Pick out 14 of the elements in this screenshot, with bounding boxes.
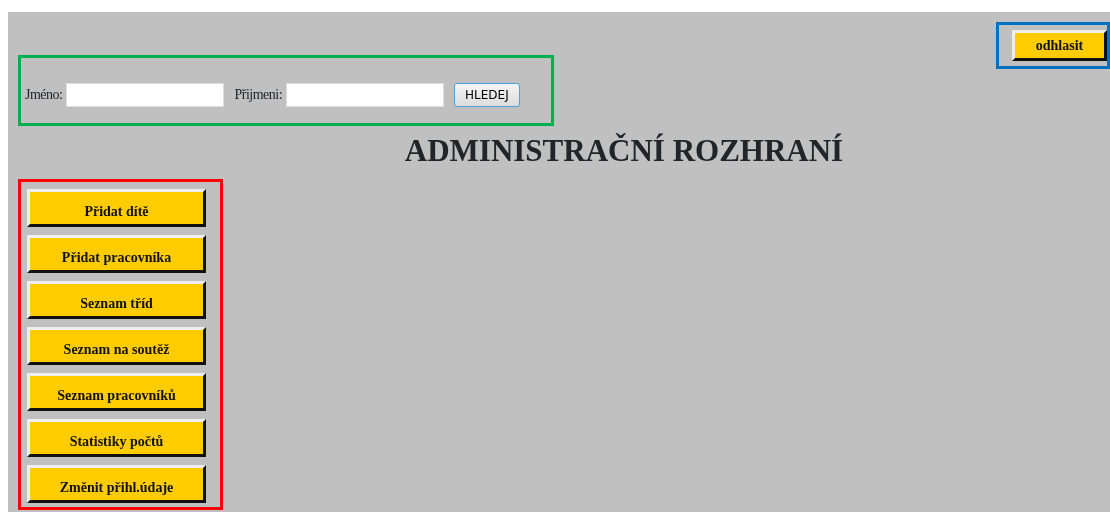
menu-button[interactable]: Přidat dítě <box>27 189 206 228</box>
menu-button[interactable]: Statistiky počtů <box>27 419 206 458</box>
logout-button[interactable]: odhlasit <box>1012 30 1107 61</box>
page-title: ADMINISTRAČNÍ ROZHRANÍ <box>403 132 845 170</box>
field-label: Přijmeni: <box>234 86 283 104</box>
menu-button[interactable]: Seznam tříd <box>27 281 206 320</box>
menu-button[interactable]: Seznam na soutěž <box>27 327 206 366</box>
input-field[interactable] <box>66 82 225 107</box>
field-label: Jméno: <box>25 86 63 104</box>
input-field[interactable] <box>286 82 445 107</box>
menu-button[interactable]: Přidat pracovníka <box>27 235 206 274</box>
menu-button[interactable]: Seznam pracovníků <box>27 373 206 412</box>
menu-button[interactable]: Změnit přihl.údaje <box>27 465 206 504</box>
search-button[interactable]: HLEDEJ <box>454 82 520 107</box>
